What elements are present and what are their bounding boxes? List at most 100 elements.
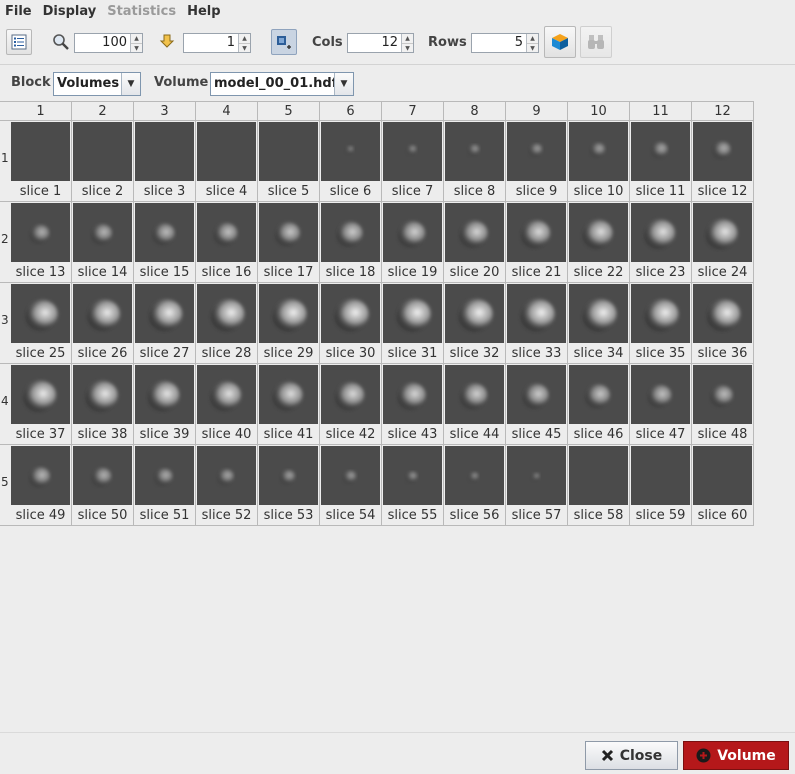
slice-image[interactable] (11, 122, 70, 181)
slice-cell[interactable]: slice 13 (10, 202, 72, 283)
slice-cell[interactable]: slice 48 (692, 364, 754, 445)
slice-image[interactable] (631, 122, 690, 181)
slice-cell[interactable]: slice 60 (692, 445, 754, 526)
slice-image[interactable] (507, 446, 566, 505)
menu-help[interactable]: Help (182, 4, 224, 19)
goto-value[interactable]: 1 (184, 34, 238, 52)
spinner-up-icon[interactable]: ▲ (131, 34, 142, 43)
slice-image[interactable] (693, 446, 752, 505)
slice-cell[interactable]: slice 1 (10, 121, 72, 202)
slice-cell[interactable]: slice 51 (134, 445, 196, 526)
slice-image[interactable] (693, 122, 752, 181)
slice-image[interactable] (11, 365, 70, 424)
list-view-button[interactable] (6, 29, 32, 55)
slice-cell[interactable]: slice 15 (134, 202, 196, 283)
slice-image[interactable] (197, 203, 256, 262)
slice-cell[interactable]: slice 8 (444, 121, 506, 202)
slice-image[interactable] (321, 203, 380, 262)
slice-image[interactable] (383, 122, 442, 181)
zoom-value[interactable]: 100 (75, 34, 130, 52)
slice-cell[interactable]: slice 26 (72, 283, 134, 364)
zoom-spinner[interactable]: 100 ▲ ▼ (74, 33, 143, 53)
slice-cell[interactable]: slice 31 (382, 283, 444, 364)
chevron-down-icon[interactable]: ▼ (121, 73, 140, 95)
slice-image[interactable] (569, 203, 628, 262)
slice-cell[interactable]: slice 47 (630, 364, 692, 445)
slice-cell[interactable]: slice 40 (196, 364, 258, 445)
slice-image[interactable] (445, 446, 504, 505)
slice-cell[interactable]: slice 23 (630, 202, 692, 283)
slice-cell[interactable]: slice 49 (10, 445, 72, 526)
slice-cell[interactable]: slice 11 (630, 121, 692, 202)
slice-image[interactable] (73, 122, 132, 181)
slice-image[interactable] (569, 446, 628, 505)
slice-image[interactable] (445, 203, 504, 262)
slice-image[interactable] (259, 122, 318, 181)
slice-cell[interactable]: slice 9 (506, 121, 568, 202)
3d-view-button[interactable] (544, 26, 576, 58)
slice-cell[interactable]: slice 7 (382, 121, 444, 202)
close-button[interactable]: Close (585, 741, 678, 770)
slice-image[interactable] (631, 284, 690, 343)
slice-cell[interactable]: slice 5 (258, 121, 320, 202)
slice-cell[interactable]: slice 53 (258, 445, 320, 526)
slice-cell[interactable]: slice 25 (10, 283, 72, 364)
slice-cell[interactable]: slice 6 (320, 121, 382, 202)
slice-cell[interactable]: slice 4 (196, 121, 258, 202)
chevron-down-icon[interactable]: ▼ (334, 73, 353, 95)
slice-image[interactable] (631, 203, 690, 262)
slice-cell[interactable]: slice 59 (630, 445, 692, 526)
slice-image[interactable] (507, 284, 566, 343)
menu-display[interactable]: Display (38, 4, 101, 19)
slice-cell[interactable]: slice 18 (320, 202, 382, 283)
slice-image[interactable] (383, 284, 442, 343)
slice-image[interactable] (383, 446, 442, 505)
slice-cell[interactable]: slice 3 (134, 121, 196, 202)
slice-image[interactable] (135, 284, 194, 343)
slice-image[interactable] (135, 365, 194, 424)
slice-cell[interactable]: slice 52 (196, 445, 258, 526)
slice-image[interactable] (197, 122, 256, 181)
rows-value[interactable]: 5 (472, 34, 526, 52)
spinner-down-icon[interactable]: ▼ (527, 43, 538, 53)
slice-image[interactable] (259, 203, 318, 262)
slice-cell[interactable]: slice 30 (320, 283, 382, 364)
goto-spinner[interactable]: 1 ▲ ▼ (183, 33, 251, 53)
block-select-value[interactable]: Volumes (54, 73, 121, 95)
slice-image[interactable] (259, 284, 318, 343)
slice-cell[interactable]: slice 20 (444, 202, 506, 283)
slice-cell[interactable]: slice 44 (444, 364, 506, 445)
slice-image[interactable] (693, 284, 752, 343)
slice-cell[interactable]: slice 54 (320, 445, 382, 526)
slice-image[interactable] (259, 365, 318, 424)
slice-cell[interactable]: slice 33 (506, 283, 568, 364)
slice-cell[interactable]: slice 38 (72, 364, 134, 445)
slice-image[interactable] (73, 446, 132, 505)
spinner-down-icon[interactable]: ▼ (239, 43, 250, 53)
slice-cell[interactable]: slice 37 (10, 364, 72, 445)
slice-image[interactable] (693, 203, 752, 262)
slice-cell[interactable]: slice 41 (258, 364, 320, 445)
block-select[interactable]: Volumes ▼ (53, 72, 141, 96)
slice-image[interactable] (383, 203, 442, 262)
slice-cell[interactable]: slice 55 (382, 445, 444, 526)
cols-spinner[interactable]: 12 ▲ ▼ (347, 33, 414, 53)
slice-image[interactable] (569, 122, 628, 181)
volume-select[interactable]: model_00_01.hdf ▼ (210, 72, 354, 96)
spinner-up-icon[interactable]: ▲ (527, 34, 538, 43)
slice-image[interactable] (11, 284, 70, 343)
slice-image[interactable] (507, 365, 566, 424)
slice-image[interactable] (11, 203, 70, 262)
slice-cell[interactable]: slice 22 (568, 202, 630, 283)
slice-image[interactable] (445, 284, 504, 343)
slice-image[interactable] (73, 284, 132, 343)
slice-cell[interactable]: slice 29 (258, 283, 320, 364)
slice-cell[interactable]: slice 19 (382, 202, 444, 283)
slice-image[interactable] (135, 446, 194, 505)
slice-image[interactable] (321, 122, 380, 181)
slice-image[interactable] (569, 365, 628, 424)
spinner-down-icon[interactable]: ▼ (131, 43, 142, 53)
volume-select-value[interactable]: model_00_01.hdf (211, 73, 334, 95)
slice-cell[interactable]: slice 32 (444, 283, 506, 364)
spinner-up-icon[interactable]: ▲ (402, 34, 413, 43)
